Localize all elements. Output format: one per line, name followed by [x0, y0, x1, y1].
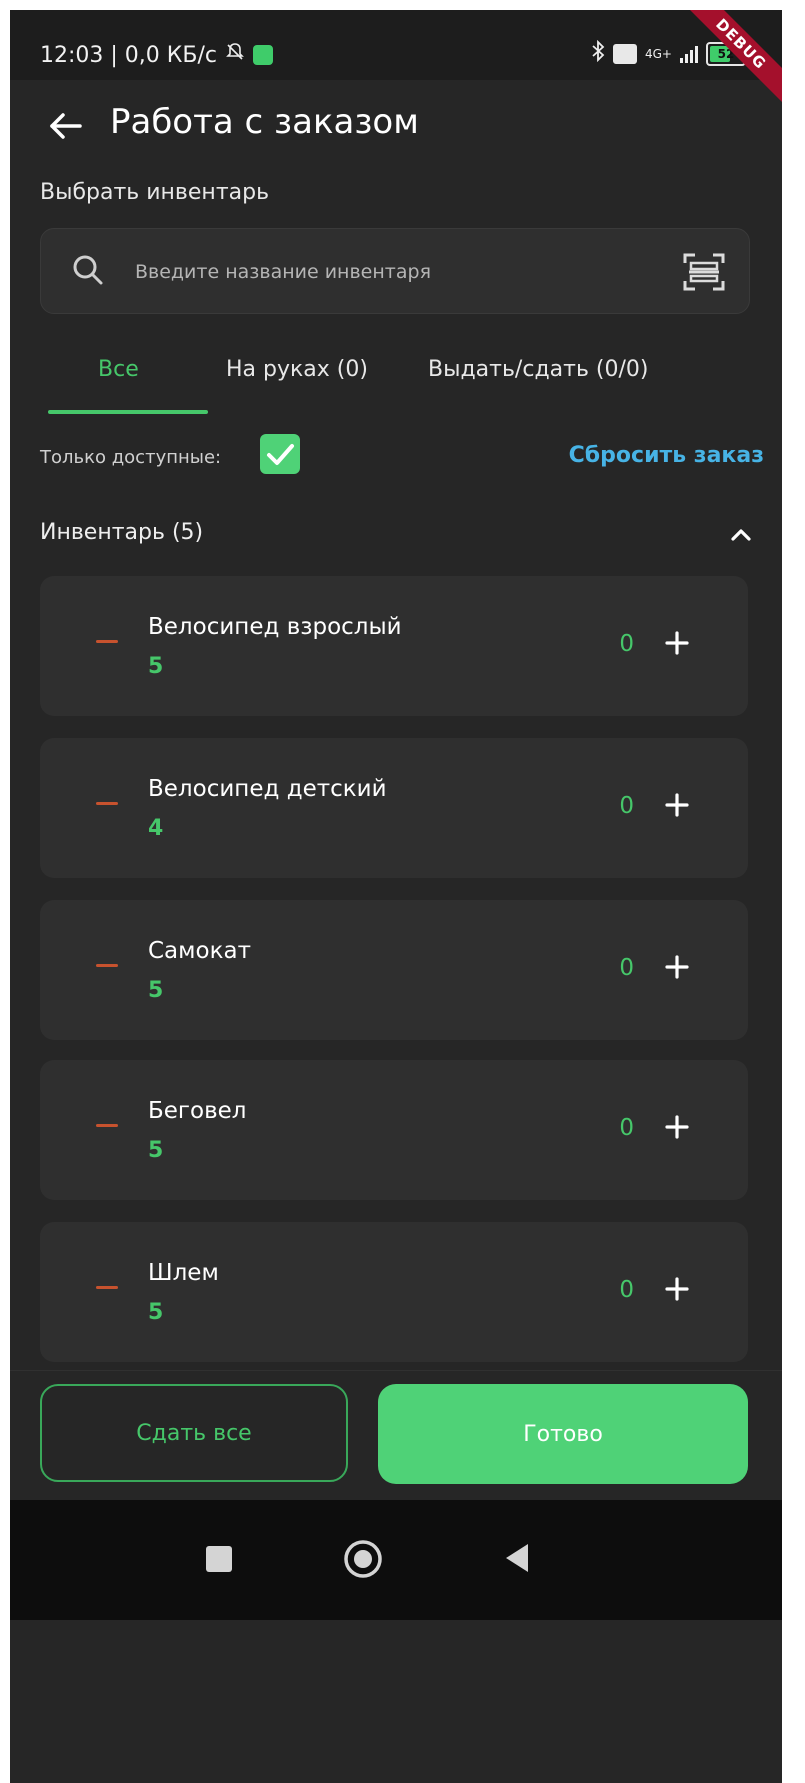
minus-icon[interactable] [96, 964, 118, 967]
item-quantity: 0 [619, 1115, 634, 1141]
chevron-up-icon[interactable] [726, 520, 756, 550]
inventory-item-card: Велосипед детский 4 0 [40, 738, 748, 878]
back-arrow-icon[interactable] [46, 106, 86, 146]
home-icon[interactable] [342, 1538, 384, 1580]
page-title: Работа с заказом [110, 102, 419, 142]
nav-back-icon[interactable] [500, 1540, 536, 1576]
item-available-count: 5 [148, 1300, 164, 1325]
plus-icon[interactable] [662, 628, 692, 658]
app-notification-icon [253, 45, 273, 65]
minus-icon[interactable] [96, 1286, 118, 1289]
checkmark-icon [267, 444, 294, 465]
item-available-count: 5 [148, 978, 164, 1003]
item-available-count: 5 [148, 1138, 164, 1163]
bell-off-icon [225, 42, 245, 68]
search-icon [73, 255, 103, 285]
item-name: Велосипед взрослый [148, 614, 402, 640]
only-available-checkbox[interactable] [260, 434, 300, 474]
plus-icon[interactable] [662, 1274, 692, 1304]
signal-bars-icon [680, 45, 698, 63]
inventory-item-card: Беговел 5 0 [40, 1060, 748, 1200]
status-bar: 12:03 | 0,0 КБ/с 4G+ 52 DEBUG [10, 10, 782, 113]
done-button[interactable]: Готово [378, 1384, 748, 1484]
item-quantity: 0 [619, 793, 634, 819]
volte-icon [613, 44, 637, 64]
item-name: Велосипед детский [148, 776, 387, 802]
minus-icon[interactable] [96, 802, 118, 805]
tab-issue-return[interactable]: Выдать/сдать (0/0) [428, 357, 648, 382]
plus-icon[interactable] [662, 1112, 692, 1142]
return-all-button[interactable]: Сдать все [40, 1384, 348, 1482]
status-time: 12:03 | 0,0 КБ/с [40, 42, 217, 68]
minus-icon[interactable] [96, 640, 118, 643]
inventory-item-card: Велосипед взрослый 5 0 [40, 576, 748, 716]
item-available-count: 5 [148, 654, 164, 679]
search-input[interactable] [133, 251, 637, 293]
recent-apps-icon[interactable] [206, 1546, 232, 1572]
item-quantity: 0 [619, 955, 634, 981]
inventory-item-card: Шлем 5 0 [40, 1222, 748, 1362]
search-field[interactable] [40, 228, 750, 314]
inventory-item-card: Самокат 5 0 [40, 900, 748, 1040]
system-navigation-bar [10, 1500, 782, 1620]
plus-icon[interactable] [662, 790, 692, 820]
only-available-label: Только доступные: [40, 447, 222, 468]
tab-indicator [48, 410, 208, 414]
item-quantity: 0 [619, 1277, 634, 1303]
status-left: 12:03 | 0,0 КБ/с [40, 42, 273, 68]
select-inventory-label: Выбрать инвентарь [40, 180, 270, 205]
screen: 12:03 | 0,0 КБ/с 4G+ 52 DEBUG Работа с з… [10, 10, 782, 1783]
item-name: Самокат [148, 938, 251, 964]
item-quantity: 0 [619, 631, 634, 657]
status-right: 4G+ 52 [591, 39, 746, 68]
network-type: 4G+ [645, 47, 672, 61]
barcode-scan-icon[interactable] [681, 249, 727, 295]
item-name: Беговел [148, 1098, 247, 1124]
plus-icon[interactable] [662, 952, 692, 982]
minus-icon[interactable] [96, 1124, 118, 1127]
bluetooth-icon [591, 39, 605, 68]
item-available-count: 4 [148, 816, 164, 841]
reset-order-link[interactable]: Сбросить заказ [569, 443, 764, 468]
tab-on-hands[interactable]: На руках (0) [226, 357, 368, 382]
tab-all[interactable]: Все [98, 357, 139, 382]
inventory-header[interactable]: Инвентарь (5) [40, 520, 203, 545]
item-name: Шлем [148, 1260, 219, 1286]
